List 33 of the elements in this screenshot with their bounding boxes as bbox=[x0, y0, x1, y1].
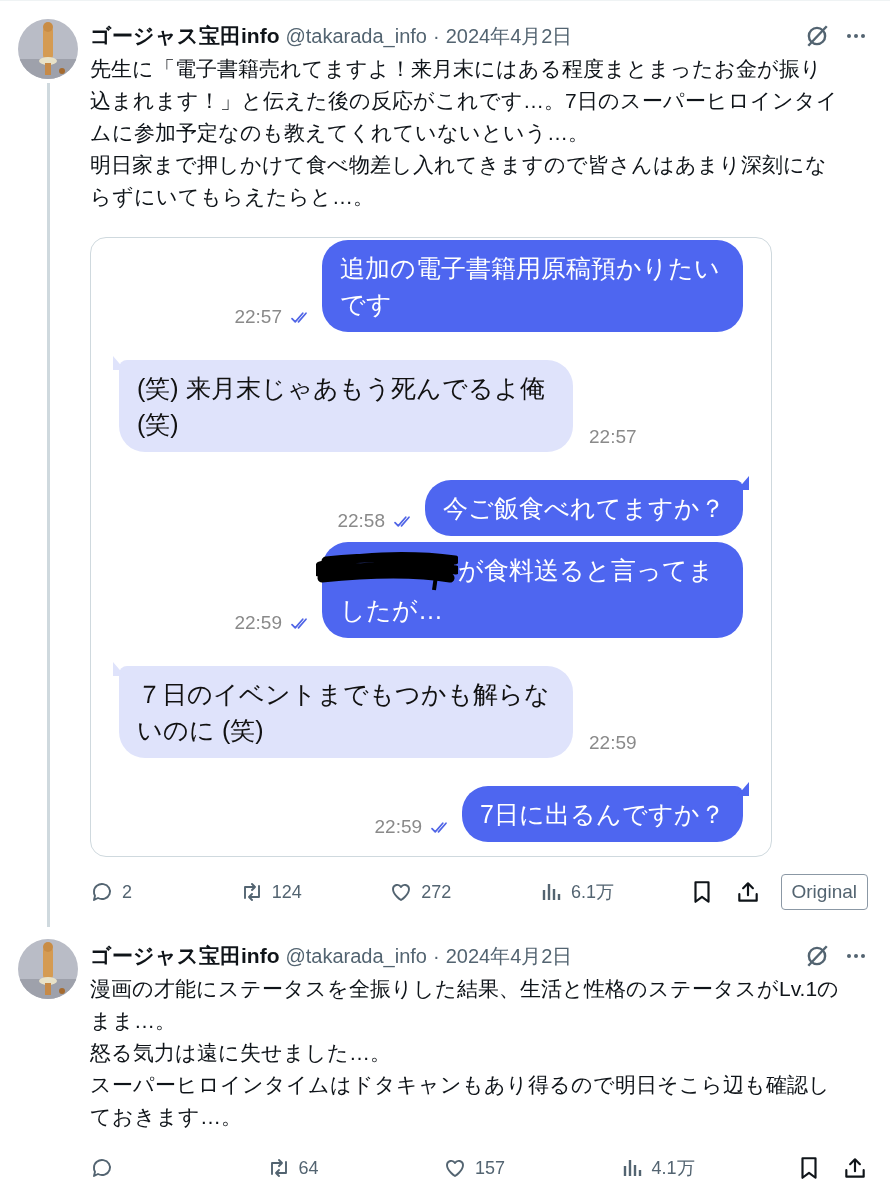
message-text: ７日のイベントまでもつかも解らないのに (笑) bbox=[137, 680, 550, 745]
repost-count: 124 bbox=[271, 881, 302, 903]
post-text: 明日家まで押しかけて食べ物差し入れてきますので皆さんはあまり深刻にならずにいてもらえたらと…。 bbox=[90, 152, 828, 210]
reply-count: 2 bbox=[122, 881, 132, 903]
view-count: 6.1万 bbox=[570, 881, 614, 905]
message-text: 7日に出るんですか？ bbox=[480, 800, 725, 829]
message-text: 追加の電子書籍用原稿預かりたいです bbox=[340, 254, 720, 318]
post-text: スーパーヒロインタイムはドタキャンもあり得るので明日そこら辺も確認しておきます…。 bbox=[90, 1072, 831, 1131]
repost-count: 64 bbox=[298, 1157, 319, 1179]
post-date[interactable]: 2024年4月2日 bbox=[445, 23, 573, 50]
message-text: (笑) 来月末じゃあもう死んでるよ俺 (笑) bbox=[137, 374, 545, 438]
post-text: 漫画の才能にステータスを全振りした結果、生活と性格のステータスがLv.1のまま…。 bbox=[90, 976, 841, 1035]
author-name[interactable]: ゴージャス宝田info bbox=[90, 942, 280, 971]
separator-dot: · bbox=[433, 25, 440, 48]
author-handle[interactable]: @takarada_info bbox=[285, 945, 427, 969]
message-text: が食料送ると言ってましたが… bbox=[340, 556, 714, 625]
original-button[interactable]: Original bbox=[780, 874, 868, 911]
post-text: 先生に「電子書籍売れてますよ！来月末にはある程度まとまったお金が振り込まれます！」と伝えた後の反応がこれです…。7日のスーパーヒロインタイムに参加予定なのも教えてくれていないという…。 bbox=[90, 56, 839, 146]
post-text: 怒る気力は遠に失せました…。 bbox=[90, 1040, 392, 1067]
post-date[interactable]: 2024年4月2日 bbox=[445, 943, 573, 971]
message-time: 22:59 bbox=[234, 612, 282, 635]
author-handle[interactable]: @takarada_info bbox=[285, 25, 427, 48]
separator-dot: · bbox=[433, 945, 440, 969]
message-time: 22:58 bbox=[337, 510, 385, 532]
like-count: 272 bbox=[421, 881, 452, 903]
author-name[interactable]: ゴージャス宝田info bbox=[90, 22, 280, 50]
view-count: 4.1万 bbox=[651, 1157, 695, 1181]
message-text: 今ご飯食べれてますか？ bbox=[443, 494, 725, 522]
message-time: 22:57 bbox=[234, 306, 282, 328]
message-time: 22:59 bbox=[374, 816, 423, 839]
like-count: 157 bbox=[475, 1157, 506, 1179]
message-time: 22:57 bbox=[589, 426, 637, 448]
message-time: 22:59 bbox=[589, 732, 637, 755]
